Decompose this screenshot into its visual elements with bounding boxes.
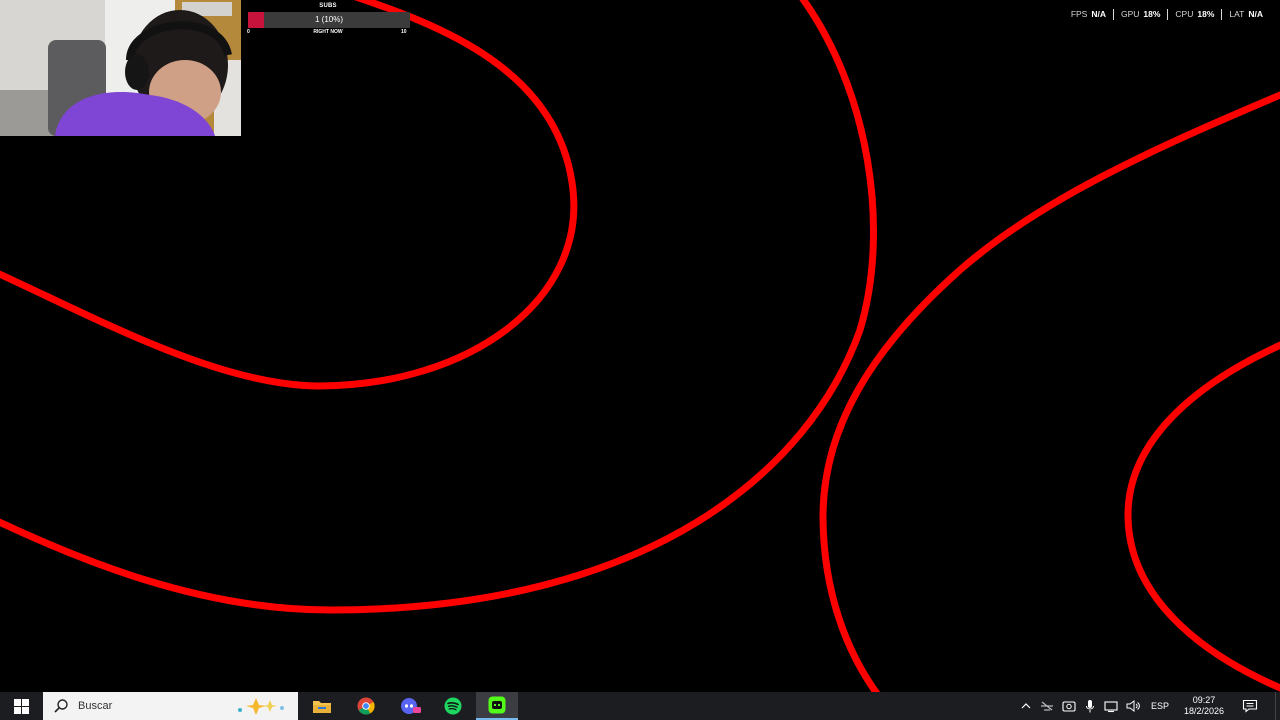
wallpaper-curve	[819, 91, 1280, 692]
perf-lat-value: N/A	[1248, 9, 1263, 19]
perf-lat: LAT N/A	[1222, 9, 1270, 19]
search-placeholder: Buscar	[78, 700, 113, 712]
chrome-icon	[357, 697, 375, 715]
subs-goal-value: 1 (10%)	[314, 15, 343, 24]
tray-network-icon[interactable]	[1103, 698, 1119, 714]
tray-microphone-icon[interactable]	[1082, 698, 1098, 714]
perf-gpu-value: 18%	[1143, 9, 1161, 19]
tray-time: 09:27	[1192, 695, 1216, 705]
taskbar-app-spotify[interactable]	[432, 692, 474, 720]
subs-goal-title: SUBS	[319, 3, 337, 9]
perf-gpu: GPU 18%	[1114, 9, 1167, 19]
show-desktop-button[interactable]	[1275, 692, 1280, 720]
taskbar-search-box[interactable]: Buscar	[43, 692, 298, 720]
tray-language[interactable]: ESP	[1151, 692, 1169, 720]
tray-camera-icon[interactable]	[1061, 698, 1077, 714]
start-button[interactable]	[0, 692, 42, 720]
subs-goal-max: 10	[401, 29, 407, 35]
perf-cpu-label: CPU	[1175, 9, 1194, 19]
folder-icon	[313, 701, 331, 713]
perf-fps-value: N/A	[1091, 9, 1106, 19]
wallpaper-curve	[1124, 341, 1280, 692]
search-highlight-icon[interactable]	[234, 696, 290, 716]
tray-network-off-icon[interactable]	[1039, 698, 1055, 714]
perf-fps: FPS N/A	[1064, 9, 1113, 19]
discord-icon	[401, 698, 421, 714]
taskbar-app-discord[interactable]	[389, 692, 431, 720]
taskbar-app-chrome[interactable]	[345, 692, 387, 720]
app-icon	[488, 696, 506, 714]
subs-goal-widget: SUBS 1 (10%) 0 RIGHT NOW 10	[246, 2, 410, 36]
taskbar: Buscar ESP 09:27 18/2/2026	[0, 692, 1280, 720]
notification-center-icon[interactable]	[1240, 698, 1260, 714]
taskbar-app-active[interactable]	[476, 692, 518, 720]
perf-cpu: CPU 18%	[1168, 9, 1221, 19]
tray-volume-icon[interactable]	[1125, 698, 1141, 714]
search-icon	[54, 699, 68, 713]
tray-date: 18/2/2026	[1183, 706, 1225, 716]
spotify-icon	[444, 697, 462, 715]
taskbar-app-file-explorer[interactable]	[301, 692, 343, 720]
subs-goal-bar: 1 (10%)	[248, 12, 410, 28]
webcam-overlay	[0, 0, 241, 136]
perf-gpu-label: GPU	[1120, 9, 1140, 19]
performance-overlay: FPS N/A GPU 18% CPU 18% LAT N/A	[1064, 8, 1270, 20]
tray-overflow-chevron-icon[interactable]	[1018, 698, 1034, 714]
perf-lat-label: LAT	[1229, 9, 1245, 19]
perf-fps-label: FPS	[1070, 9, 1088, 19]
perf-cpu-value: 18%	[1197, 9, 1215, 19]
tray-clock[interactable]: 09:27 18/2/2026	[1176, 695, 1232, 717]
windows-icon	[13, 698, 29, 714]
subs-goal-caption: RIGHT NOW	[313, 29, 343, 35]
